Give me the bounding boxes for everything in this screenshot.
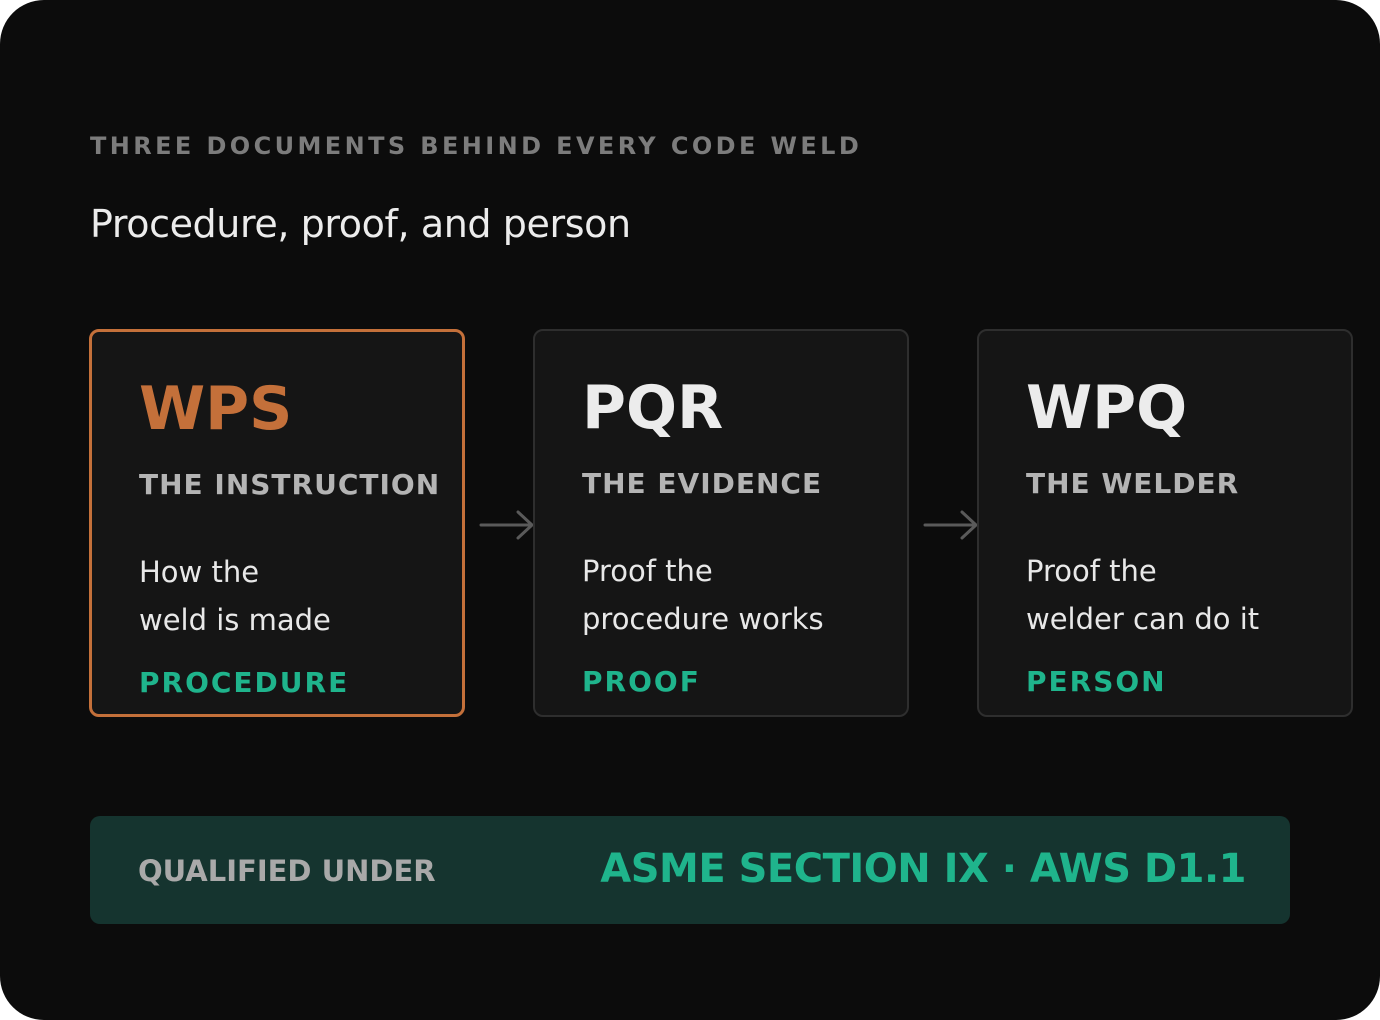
arrow-right-icon bbox=[479, 510, 534, 540]
arrow-right-icon bbox=[923, 510, 978, 540]
card-wps: WPS THE INSTRUCTION How the weld is made… bbox=[89, 329, 465, 717]
card-tag: PROOF bbox=[582, 665, 701, 698]
headline: Procedure, proof, and person bbox=[90, 202, 631, 246]
card-role: THE EVIDENCE bbox=[582, 467, 823, 500]
card-role: THE INSTRUCTION bbox=[139, 468, 441, 501]
card-description: How the weld is made bbox=[139, 555, 331, 637]
card-abbr: PQR bbox=[582, 373, 724, 443]
card-description: Proof the welder can do it bbox=[1026, 554, 1260, 636]
diagram-panel: THREE DOCUMENTS BEHIND EVERY CODE WELD P… bbox=[0, 0, 1380, 1020]
card-abbr: WPS bbox=[139, 374, 293, 444]
eyebrow-label: THREE DOCUMENTS BEHIND EVERY CODE WELD bbox=[90, 132, 863, 160]
footer-standards: ASME SECTION IX · AWS D1.1 bbox=[600, 846, 1246, 892]
card-abbr: WPQ bbox=[1026, 373, 1188, 443]
qualification-footer: QUALIFIED UNDER ASME SECTION IX · AWS D1… bbox=[90, 816, 1290, 924]
footer-label: QUALIFIED UNDER bbox=[138, 854, 436, 888]
card-pqr: PQR THE EVIDENCE Proof the procedure wor… bbox=[533, 329, 909, 717]
card-tag: PROCEDURE bbox=[139, 666, 350, 699]
card-role: THE WELDER bbox=[1026, 467, 1240, 500]
card-tag: PERSON bbox=[1026, 665, 1167, 698]
card-wpq: WPQ THE WELDER Proof the welder can do i… bbox=[977, 329, 1353, 717]
card-description: Proof the procedure works bbox=[582, 554, 824, 636]
